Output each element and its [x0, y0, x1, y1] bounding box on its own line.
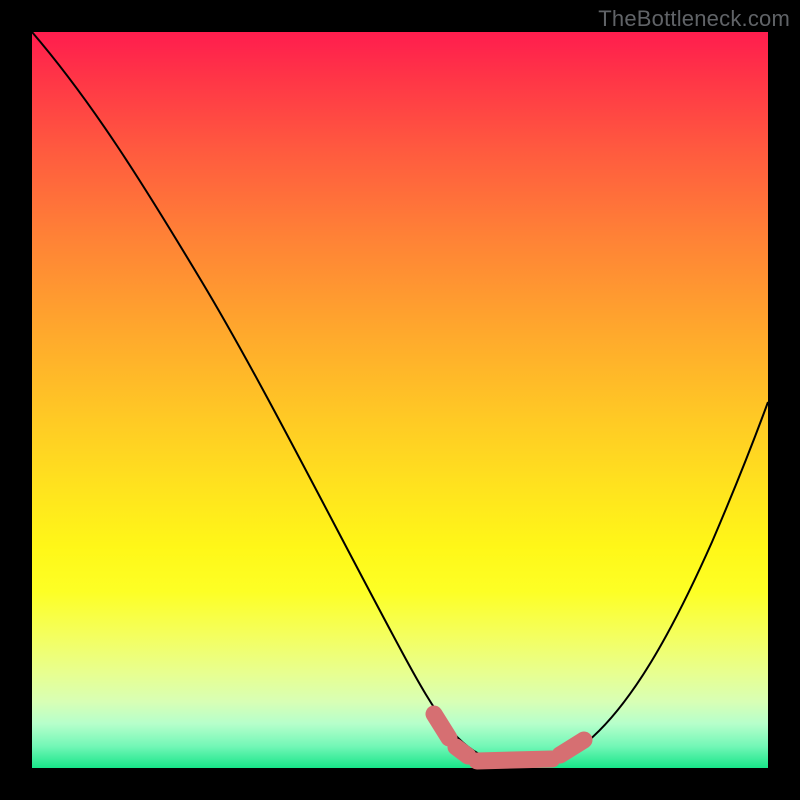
marker-seg-bottom [477, 759, 552, 761]
marker-seg-right [560, 740, 584, 755]
marker-seg-left [434, 714, 449, 738]
curve-svg [32, 32, 768, 768]
optimal-band-marker [434, 714, 584, 761]
marker-seg-left2 [456, 747, 468, 756]
bottleneck-curve [32, 32, 768, 764]
chart-frame: TheBottleneck.com [0, 0, 800, 800]
plot-area [32, 32, 768, 768]
watermark-text: TheBottleneck.com [598, 6, 790, 32]
